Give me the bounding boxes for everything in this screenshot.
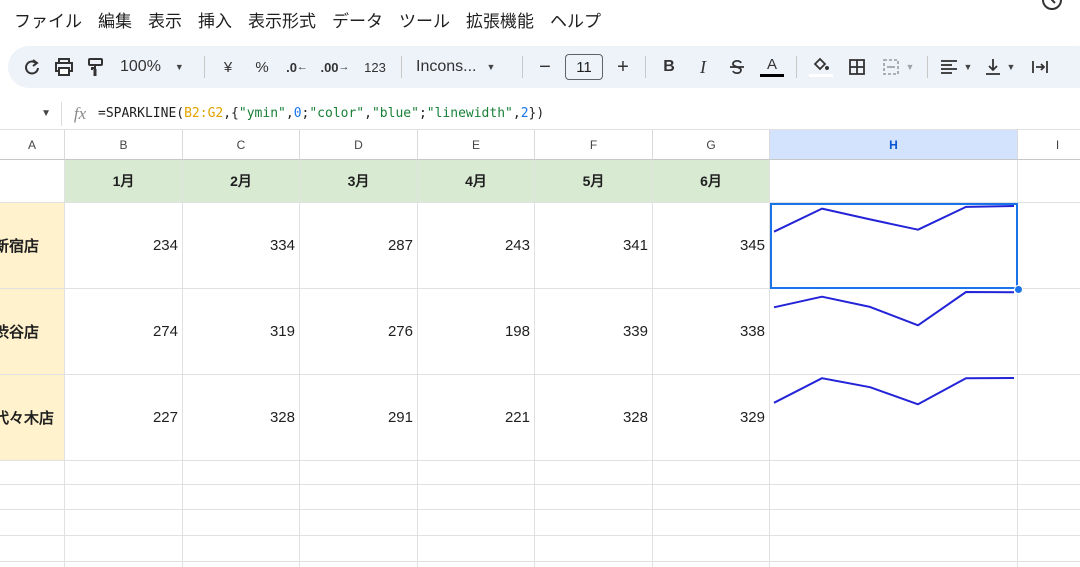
menu-help[interactable]: ヘルプ — [542, 0, 609, 44]
italic-button[interactable]: I — [686, 51, 720, 83]
caret-down-icon: ▼ — [905, 62, 915, 72]
increase-decimal-label: .00 — [320, 59, 339, 75]
text-color-swatch — [760, 74, 784, 77]
font-name: Incons... — [416, 58, 477, 75]
caret-down-icon: ▼ — [963, 62, 973, 72]
redo-icon — [25, 59, 39, 75]
text-color-button[interactable]: A — [754, 51, 790, 83]
decrease-decimal-label: .0 — [286, 59, 297, 75]
menu-bar: ファイル 編集 表示 挿入 表示形式 データ ツール 拡張機能 ヘルプ — [0, 0, 1080, 44]
redo-button[interactable] — [16, 51, 48, 83]
formula-token: "ymin" — [238, 106, 286, 121]
font-select[interactable]: Incons... ▼ — [408, 51, 516, 83]
menu-insert[interactable]: 挿入 — [190, 0, 240, 44]
formula-token: "linewidth" — [426, 106, 513, 121]
spreadsheet-app: ファイル 編集 表示 挿入 表示形式 データ ツール 拡張機能 ヘルプ 100%… — [0, 0, 1080, 567]
formula-token: }) — [528, 106, 545, 121]
toolbar-divider — [204, 56, 205, 78]
formula-input[interactable]: =SPARKLINE(B2:G2,{"ymin",0;"color","blue… — [98, 106, 544, 121]
sparkline-1 — [773, 205, 1015, 233]
strikethrough-icon — [730, 59, 744, 75]
toolbar: 100% ▼ ¥ % .0 ← .00 → 123 Incons... ▼ − 11… — [8, 46, 1080, 88]
zoom-value: 100% — [120, 58, 161, 75]
formula-token: "blue" — [371, 106, 419, 121]
borders-icon — [849, 59, 865, 75]
toolbar-divider — [796, 56, 797, 78]
decrease-font-size-button[interactable]: − — [529, 51, 561, 83]
sheet-grid: ABCDEFGHI 1月 2月 3月 4月 5月 6月 新宿店 234 334 287 243 341… — [0, 130, 1080, 567]
menu-edit[interactable]: 編集 — [90, 0, 140, 44]
vertical-align-button[interactable]: ▼ — [978, 51, 1022, 83]
formula-token: , — [285, 106, 294, 121]
menu-view[interactable]: 表示 — [140, 0, 190, 44]
text-wrap-icon — [1032, 61, 1048, 73]
borders-button[interactable] — [839, 51, 875, 83]
align-bottom-icon — [985, 59, 1000, 75]
bold-icon: B — [663, 58, 675, 75]
formula-token: , — [364, 106, 372, 121]
formula-token: =SPARKLINE( — [98, 106, 185, 121]
text-wrap-button[interactable] — [1022, 51, 1058, 83]
toolbar-divider — [645, 56, 646, 78]
formula-token: ,{ — [223, 106, 239, 121]
print-button[interactable] — [48, 51, 80, 83]
fill-color-button[interactable] — [803, 51, 839, 83]
percent-button[interactable]: % — [245, 51, 279, 83]
align-left-icon — [940, 60, 957, 74]
formula-token: , — [512, 106, 521, 121]
print-icon — [55, 58, 73, 76]
sparkline-2 — [773, 291, 1015, 327]
caret-down-icon: ▼ — [486, 62, 496, 72]
formula-token: B2:G2 — [184, 106, 224, 121]
percent-label: % — [255, 58, 269, 76]
formula-bar: ▼ fx =SPARKLINE(B2:G2,{"ymin",0;"color",… — [0, 98, 1080, 130]
text-color-icon: A — [766, 56, 777, 73]
caret-down-icon: ▼ — [1006, 62, 1016, 72]
number-format-label: 123 — [364, 59, 386, 75]
fill-color-icon — [813, 57, 829, 71]
sparkline-3 — [773, 377, 1015, 406]
caret-down-icon: ▼ — [41, 108, 51, 119]
arrow-right-icon: → — [338, 61, 350, 73]
menu-tools[interactable]: ツール — [391, 0, 458, 44]
formula-token: ; — [418, 106, 427, 121]
strikethrough-button[interactable] — [720, 51, 754, 83]
paint-format-icon — [88, 58, 103, 76]
toolbar-divider — [927, 56, 928, 78]
formula-token: 0 — [293, 106, 302, 121]
toolbar-divider — [522, 56, 523, 78]
formula-token: "color" — [309, 106, 365, 121]
increase-decimal-button[interactable]: .00 → — [315, 51, 355, 83]
horizontal-align-button[interactable]: ▼ — [934, 51, 978, 83]
menu-format[interactable]: 表示形式 — [240, 0, 324, 44]
arrow-left-icon: ← — [296, 61, 308, 73]
increase-font-size-button[interactable]: + — [607, 51, 639, 83]
caret-down-icon: ▼ — [174, 62, 184, 72]
currency-button[interactable]: ¥ — [211, 51, 245, 83]
menu-extensions[interactable]: 拡張機能 — [458, 0, 542, 44]
history-icon[interactable] — [1040, 0, 1064, 12]
bold-button[interactable]: B — [652, 51, 686, 83]
paint-format-button[interactable] — [80, 51, 112, 83]
fill-color-swatch — [809, 74, 833, 77]
zoom-select[interactable]: 100% ▼ — [112, 51, 198, 83]
formula-token: 2 — [520, 106, 529, 121]
menu-file[interactable]: ファイル — [6, 0, 90, 44]
plus-icon: + — [617, 55, 629, 78]
name-box[interactable]: ▼ — [0, 101, 62, 126]
italic-icon: I — [700, 56, 706, 77]
merge-cells-icon — [882, 59, 899, 75]
menu-data[interactable]: データ — [324, 0, 391, 44]
merge-cells-button[interactable]: ▼ — [875, 51, 921, 83]
font-size-input[interactable]: 11 — [565, 54, 603, 80]
minus-icon: − — [539, 55, 551, 78]
toolbar-divider — [401, 56, 402, 78]
currency-label: ¥ — [223, 58, 233, 76]
sparklines-layer — [773, 205, 1015, 406]
fill-handle[interactable] — [1014, 285, 1023, 294]
fx-icon: fx — [73, 103, 87, 123]
decrease-decimal-button[interactable]: .0 ← — [279, 51, 315, 83]
font-size-value: 11 — [576, 58, 592, 76]
number-format-button[interactable]: 123 — [355, 51, 395, 83]
